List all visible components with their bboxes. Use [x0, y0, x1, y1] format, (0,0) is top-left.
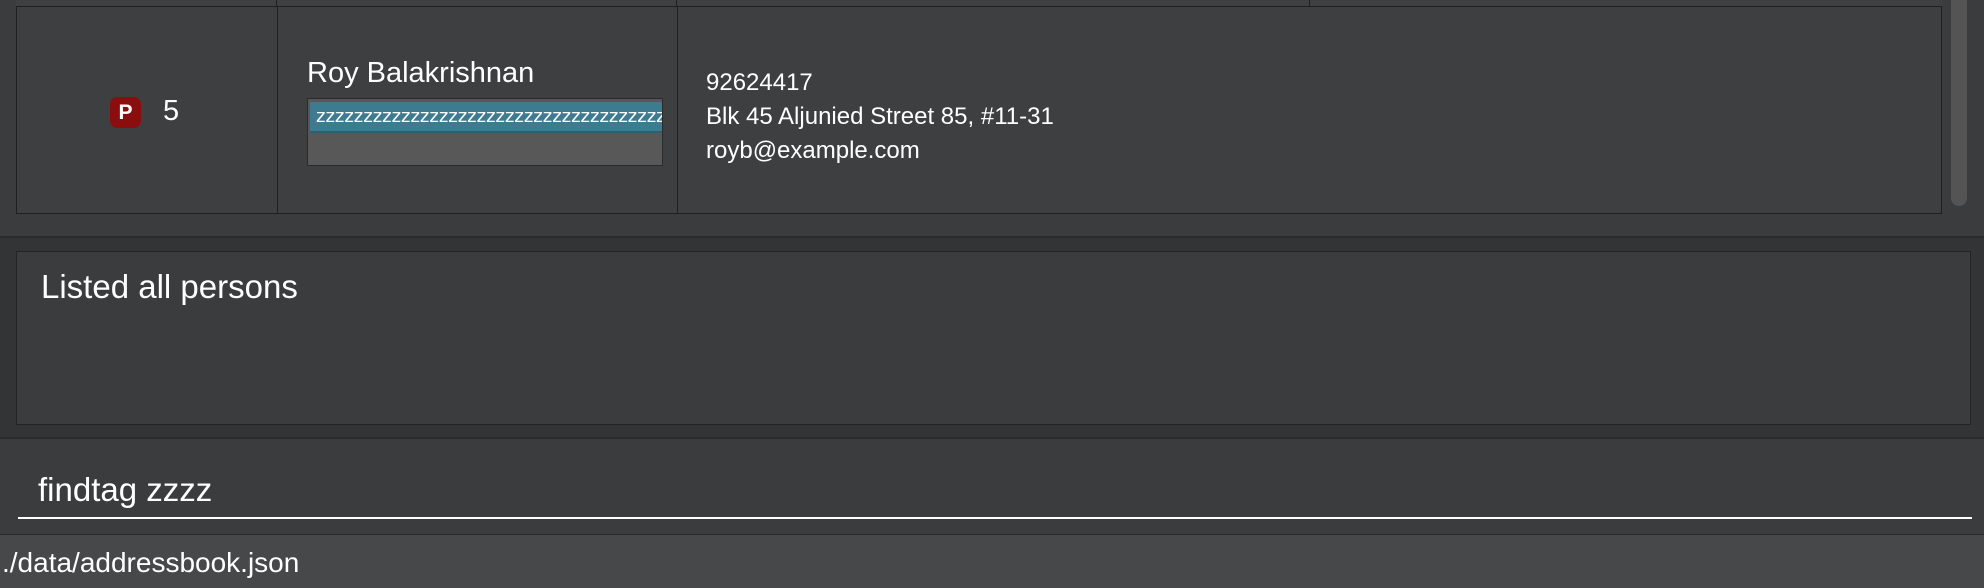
tag-label: zzzzzzzzzzzzzzzzzzzzzzzzzzzzzzzzzzzzzzzz…: [310, 102, 662, 133]
person-index-cell: P 5: [17, 7, 278, 213]
person-list-panel: P 5 Roy Balakrishnan zzzzzzzzzzzzzzzzzzz…: [0, 0, 1984, 236]
person-name: Roy Balakrishnan: [307, 57, 535, 89]
status-bar: ./data/addressbook.json: [0, 534, 1984, 588]
command-box: [0, 439, 1984, 534]
tags-container: zzzzzzzzzzzzzzzzzzzzzzzzzzzzzzzzzzzzzzzz…: [307, 98, 663, 166]
person-index: 5: [163, 95, 180, 127]
panel-divider: [0, 236, 1984, 238]
result-message: Listed all persons: [41, 268, 298, 305]
command-input[interactable]: [18, 463, 1972, 519]
person-email: royb@example.com: [706, 137, 920, 164]
person-contact-cell: 92624417 Blk 45 Aljunied Street 85, #11-…: [677, 7, 1941, 213]
save-location-path: ./data/addressbook.json: [2, 547, 300, 578]
priority-badge: P: [110, 97, 141, 128]
person-address: Blk 45 Aljunied Street 85, #11-31: [706, 103, 1054, 130]
person-card[interactable]: P 5 Roy Balakrishnan zzzzzzzzzzzzzzzzzzz…: [16, 6, 1942, 214]
result-display: Listed all persons: [16, 251, 1971, 425]
list-scrollbar[interactable]: [1951, 0, 1967, 206]
person-name-cell: Roy Balakrishnan zzzzzzzzzzzzzzzzzzzzzzz…: [277, 7, 678, 213]
person-phone: 92624417: [706, 69, 813, 96]
